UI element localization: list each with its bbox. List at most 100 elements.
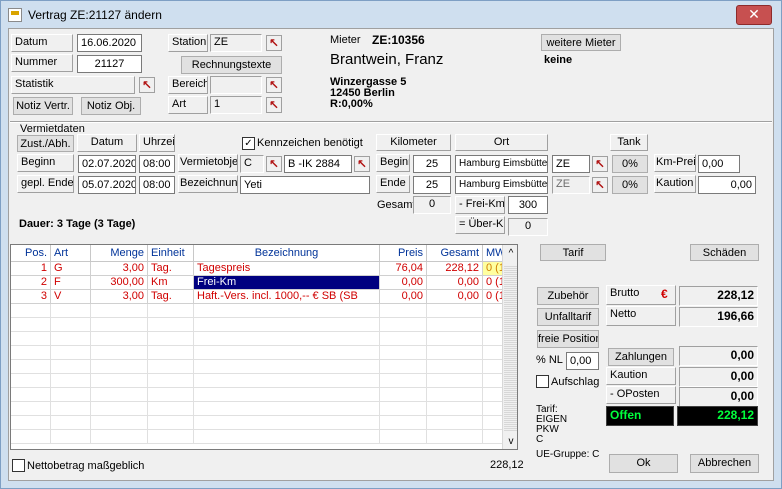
scroll-up-arrow-icon[interactable]: ^	[503, 245, 517, 262]
table-empty-cell	[148, 360, 194, 374]
table-cell-art[interactable]: G	[51, 262, 91, 276]
kaution-field[interactable]: 0,00	[698, 176, 756, 194]
frei-km-field[interactable]: 300	[508, 196, 548, 214]
kennzeichen-lookup-arrow-icon[interactable]: ↖	[354, 156, 370, 172]
table-empty-cell	[91, 332, 148, 346]
freie-position-button[interactable]: freie Position	[537, 330, 599, 348]
table-cell-gesamt[interactable]: 228,12	[427, 262, 483, 276]
table-empty-cell	[148, 388, 194, 402]
ende-uhrzeit-field[interactable]: 08:00	[139, 176, 175, 194]
table-cell-menge[interactable]: 3,00	[91, 290, 148, 304]
bezeichnung-field[interactable]: Yeti	[240, 176, 370, 194]
schaeden-button[interactable]: Schäden	[690, 244, 759, 261]
ok-button[interactable]: Ok	[609, 454, 678, 473]
zahlungen-button[interactable]: Zahlungen	[608, 348, 674, 366]
table-cell-art[interactable]: V	[51, 290, 91, 304]
station-ende-field[interactable]: ZE	[552, 176, 590, 194]
table-cell-bezeichnung[interactable]: Haft.-Vers. incl. 1000,-- € SB (SB	[194, 290, 380, 304]
datum-field[interactable]: 16.06.2020	[77, 34, 142, 52]
table-empty-cell	[148, 332, 194, 346]
statistik-lookup-arrow-icon[interactable]: ↖	[139, 77, 155, 93]
column-header-preis[interactable]: Preis	[380, 245, 427, 262]
vermietobjekt-code-field[interactable]: C	[240, 155, 264, 173]
table-cell-einheit[interactable]: Tag.	[148, 290, 194, 304]
ueber-km-label: = Über-Km	[455, 216, 505, 234]
table-cell-gesamt[interactable]: 0,00	[427, 290, 483, 304]
rechnungstexte-button[interactable]: Rechnungstexte	[181, 56, 282, 74]
positions-table[interactable]: Pos. Art Menge Einheit Bezeichnung Preis Gesam…	[10, 244, 518, 450]
kennzeichen-field[interactable]: B -IK 2884	[284, 155, 352, 173]
table-empty-cell	[380, 318, 427, 332]
aufschlag-checkbox[interactable]	[536, 375, 549, 388]
column-header-bezeichnung[interactable]: Bezeichnung	[194, 245, 380, 262]
weitere-mieter-button[interactable]: weitere Mieter	[541, 34, 621, 51]
kennzeichen-checkbox[interactable]: ✓	[242, 137, 255, 150]
notiz-vertrag-button[interactable]: Notiz Vertr.	[13, 97, 73, 115]
table-cell-pos[interactable]: 1	[11, 262, 51, 276]
ort-ende-field[interactable]: Hamburg Eimsbüttel	[455, 176, 548, 194]
zubehoer-button[interactable]: Zubehör	[537, 287, 599, 305]
station-beginn-field[interactable]: ZE	[552, 155, 590, 173]
art-label: Art	[168, 96, 208, 114]
table-cell-preis[interactable]: 0,00	[380, 276, 427, 290]
column-header-gesamt[interactable]: Gesamt	[427, 245, 483, 262]
table-cell-preis[interactable]: 76,04	[380, 262, 427, 276]
table-scrollbar[interactable]: ^ v	[502, 245, 517, 449]
table-empty-cell	[194, 360, 380, 374]
table-cell-bezeichnung[interactable]: Tagespreis	[194, 262, 380, 276]
column-header-menge[interactable]: Menge	[91, 245, 148, 262]
nettobetrag-checkbox[interactable]	[12, 459, 25, 472]
km-ende-field[interactable]: 25	[413, 176, 451, 194]
table-cell-pos[interactable]: 2	[11, 276, 51, 290]
beginn-datum-field[interactable]: 02.07.2020	[78, 155, 136, 173]
km-beginn-field[interactable]: 25	[413, 155, 451, 173]
station-lookup-arrow-icon[interactable]: ↖	[266, 35, 282, 51]
dauer-text: Dauer: 3 Tage (3 Tage)	[19, 218, 136, 230]
table-cell-einheit[interactable]: Tag.	[148, 262, 194, 276]
table-cell-pos[interactable]: 3	[11, 290, 51, 304]
table-cell-gesamt[interactable]: 0,00	[427, 276, 483, 290]
oposten-value: 0,00	[679, 387, 758, 407]
ende-datum-field[interactable]: 05.07.2020	[78, 176, 136, 194]
table-cell-art[interactable]: F	[51, 276, 91, 290]
notiz-objekt-button[interactable]: Notiz Obj.	[81, 97, 141, 115]
tank-ende-button[interactable]: 0%	[612, 176, 648, 194]
column-header-art[interactable]: Art	[51, 245, 91, 262]
table-empty-cell	[380, 346, 427, 360]
abbrechen-button[interactable]: Abbrechen	[690, 454, 759, 473]
table-cell-menge[interactable]: 300,00	[91, 276, 148, 290]
title-bar[interactable]: Vertrag ZE:21127 ändern ✕	[1, 1, 781, 28]
zustand-abholung-button[interactable]: Zust./Abh.	[17, 135, 74, 152]
unfalltarif-button[interactable]: Unfalltarif	[537, 308, 599, 326]
art-lookup-arrow-icon[interactable]: ↖	[266, 97, 282, 113]
table-cell-preis[interactable]: 0,00	[380, 290, 427, 304]
table-empty-cell	[427, 318, 483, 332]
tank-beginn-button[interactable]: 0%	[612, 155, 648, 173]
table-cell-einheit[interactable]: Km	[148, 276, 194, 290]
ueber-km-value: 0	[508, 218, 548, 236]
table-cell-bezeichnung[interactable]: Frei-Km	[194, 276, 380, 290]
column-header-einheit[interactable]: Einheit	[148, 245, 194, 262]
bereich-lookup-arrow-icon[interactable]: ↖	[266, 77, 282, 93]
table-cell-menge[interactable]: 3,00	[91, 262, 148, 276]
art-field[interactable]: 1	[210, 96, 262, 114]
nummer-field[interactable]: 21127	[77, 55, 142, 73]
station-field[interactable]: ZE	[210, 34, 262, 52]
nl-field[interactable]: 0,00	[566, 352, 599, 370]
vermietobjekt-lookup-arrow-icon[interactable]: ↖	[266, 156, 282, 172]
ort-beginn-field[interactable]: Hamburg Eimsbüttel	[455, 155, 548, 173]
bereich-label: Bereich	[168, 76, 208, 94]
station-beginn-lookup-arrow-icon[interactable]: ↖	[592, 156, 608, 172]
mieter-name[interactable]: Brantwein, Franz	[330, 51, 443, 68]
tarif-button[interactable]: Tarif	[540, 244, 606, 261]
column-header-pos[interactable]: Pos.	[11, 245, 51, 262]
scroll-down-arrow-icon[interactable]: v	[503, 433, 517, 449]
km-preis-field[interactable]: 0,00	[698, 155, 740, 173]
table-empty-cell	[11, 374, 51, 388]
beginn-uhrzeit-field[interactable]: 08:00	[139, 155, 175, 173]
close-button[interactable]: ✕	[736, 5, 772, 25]
table-empty-cell	[380, 402, 427, 416]
bereich-field[interactable]	[210, 76, 262, 94]
station-ende-lookup-arrow-icon[interactable]: ↖	[592, 177, 608, 193]
scroll-thumb[interactable]	[504, 265, 517, 431]
